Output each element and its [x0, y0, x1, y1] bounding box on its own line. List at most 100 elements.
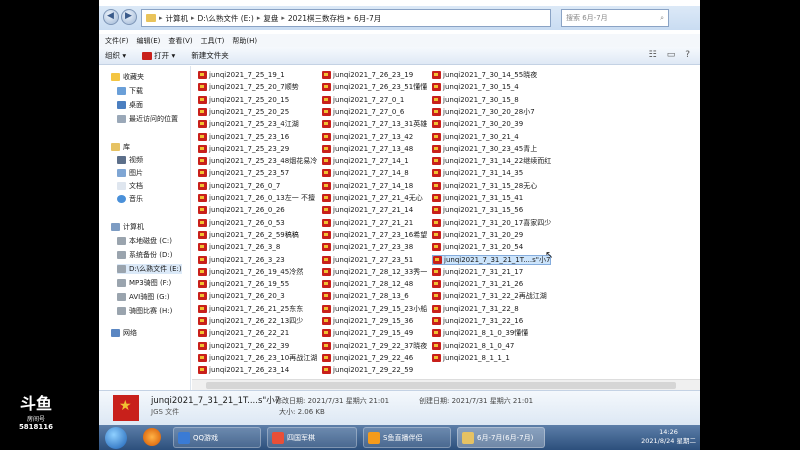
- file-item[interactable]: junqi2021_7_31_21_26: [432, 279, 523, 289]
- address-bar[interactable]: ▸ 计算机 ▸ D:\么熟文件 (E:) ▸ 复盘 ▸ 2021棋三数存档 ▸ …: [141, 9, 551, 27]
- file-item[interactable]: junqi2021_7_25_20_7顺势: [198, 82, 299, 92]
- file-item[interactable]: junqi2021_7_28_12_48: [322, 279, 413, 289]
- nav-recent[interactable]: 最近访问的位置: [117, 114, 178, 124]
- file-item[interactable]: junqi2021_7_31_21_1T....s"小7: [432, 254, 552, 265]
- organize-button[interactable]: 组织 ▾: [105, 50, 126, 61]
- system-clock[interactable]: 14:26 2021/8/24 星期二: [641, 428, 696, 446]
- file-item[interactable]: junqi2021_7_26_3_8: [198, 242, 280, 252]
- file-item[interactable]: junqi2021_7_27_13_31英雄: [322, 119, 427, 129]
- file-item[interactable]: junqi2021_7_27_14_18: [322, 181, 413, 191]
- search-input[interactable]: 搜索 6月-7月 ⌕: [561, 9, 669, 27]
- nav-drive-e[interactable]: D:\么熟文件 (E:): [117, 264, 182, 274]
- file-item[interactable]: junqi2021_7_25_23_29: [198, 144, 289, 154]
- nav-videos[interactable]: 视频: [117, 155, 143, 165]
- file-item[interactable]: junqi2021_7_27_14_1: [322, 156, 409, 166]
- file-item[interactable]: junqi2021_7_30_21_4: [432, 132, 519, 142]
- nav-drive-c[interactable]: 本地磁盘 (C:): [117, 236, 172, 246]
- breadcrumb-computer[interactable]: 计算机: [166, 13, 189, 24]
- file-item[interactable]: junqi2021_7_31_14_22继续而红: [432, 156, 551, 166]
- breadcrumb-fupan[interactable]: 复盘: [263, 13, 278, 24]
- nav-network[interactable]: 网络: [111, 328, 137, 338]
- file-item[interactable]: junqi2021_7_27_23_38: [322, 242, 413, 252]
- nav-drive-h[interactable]: 骑图比赛 (H:): [117, 306, 172, 316]
- file-item[interactable]: junqi2021_7_26_22_21: [198, 328, 289, 338]
- file-item[interactable]: junqi2021_7_26_0_7: [198, 181, 280, 191]
- file-item[interactable]: junqi2021_7_26_0_53: [198, 218, 285, 228]
- file-item[interactable]: junqi2021_7_26_23_19: [322, 70, 413, 80]
- file-item[interactable]: junqi2021_7_25_23_16: [198, 132, 289, 142]
- file-item[interactable]: junqi2021_7_30_23_45青上: [432, 144, 537, 154]
- file-item[interactable]: junqi2021_7_26_23_51懂懂: [322, 82, 427, 92]
- file-item[interactable]: junqi2021_7_27_0_1: [322, 95, 404, 105]
- file-item[interactable]: junqi2021_7_29_15_36: [322, 316, 413, 326]
- nav-desktop[interactable]: 桌面: [117, 100, 143, 110]
- file-item[interactable]: junqi2021_7_31_22_16: [432, 316, 523, 326]
- file-item[interactable]: junqi2021_7_28_13_6: [322, 291, 409, 301]
- file-item[interactable]: junqi2021_7_26_19_55: [198, 279, 289, 289]
- taskbar-app-explorer[interactable]: 6月-7月(6月-7月): [457, 427, 545, 448]
- file-item[interactable]: junqi2021_7_31_15_41: [432, 193, 523, 203]
- file-item[interactable]: junqi2021_7_31_20_29: [432, 230, 523, 240]
- file-item[interactable]: junqi2021_7_25_23_57: [198, 168, 289, 178]
- back-button[interactable]: ◀: [103, 9, 119, 25]
- file-item[interactable]: junqi2021_7_29_15_23小船: [322, 304, 427, 314]
- file-item[interactable]: junqi2021_7_28_12_33秀一: [322, 267, 427, 277]
- start-button[interactable]: [105, 427, 127, 449]
- nav-drive-g[interactable]: AVI骑图 (G:): [117, 292, 170, 302]
- file-item[interactable]: junqi2021_7_26_2_59稿稿: [198, 230, 299, 240]
- nav-computer[interactable]: 计算机: [111, 222, 144, 232]
- file-item[interactable]: junqi2021_7_25_23_4江湖: [198, 119, 299, 129]
- file-item[interactable]: junqi2021_7_30_20_39: [432, 119, 523, 129]
- file-item[interactable]: junqi2021_7_31_22_8: [432, 304, 519, 314]
- breadcrumb-month[interactable]: 6月-7月: [354, 13, 381, 24]
- open-button[interactable]: 打开 ▾: [142, 50, 175, 61]
- breadcrumb-archive[interactable]: 2021棋三数存档: [288, 13, 345, 24]
- menu-help[interactable]: 帮助(H): [232, 36, 257, 46]
- file-item[interactable]: junqi2021_8_1_1_1: [432, 353, 510, 363]
- forward-button[interactable]: ▶: [121, 9, 137, 25]
- file-item[interactable]: junqi2021_7_27_21_21: [322, 218, 413, 228]
- file-item[interactable]: junqi2021_7_31_20_17喜家四少: [432, 218, 551, 228]
- menu-view[interactable]: 查看(V): [168, 36, 192, 46]
- file-item[interactable]: junqi2021_8_1_0_39懂懂: [432, 328, 528, 338]
- file-item[interactable]: junqi2021_7_27_23_51: [322, 255, 413, 265]
- file-item[interactable]: junqi2021_7_27_13_42: [322, 132, 413, 142]
- file-item[interactable]: junqi2021_7_26_22_39: [198, 341, 289, 351]
- file-item[interactable]: junqi2021_7_30_15_8: [432, 95, 519, 105]
- breadcrumb-drive[interactable]: D:\么熟文件 (E:): [198, 13, 254, 24]
- nav-drive-d[interactable]: 系统备份 (D:): [117, 250, 172, 260]
- nav-favorites[interactable]: 收藏夹: [111, 72, 144, 82]
- firefox-icon[interactable]: [143, 428, 161, 446]
- menu-tools[interactable]: 工具(T): [201, 36, 225, 46]
- file-item[interactable]: junqi2021_7_25_23_48烟花易冷: [198, 156, 317, 166]
- file-item[interactable]: junqi2021_7_31_21_17: [432, 267, 523, 277]
- file-item[interactable]: junqi2021_7_29_22_37晓夜: [322, 341, 427, 351]
- file-item[interactable]: junqi2021_8_1_0_47: [432, 341, 514, 351]
- file-item[interactable]: junqi2021_7_26_19_45冷然: [198, 267, 303, 277]
- nav-downloads[interactable]: 下载: [117, 86, 143, 96]
- view-options-icon[interactable]: ☷: [649, 50, 657, 60]
- file-item[interactable]: junqi2021_7_30_15_4: [432, 82, 519, 92]
- file-item[interactable]: junqi2021_7_27_23_16希望: [322, 230, 427, 240]
- file-item[interactable]: junqi2021_7_26_3_23: [198, 255, 285, 265]
- help-icon[interactable]: ?: [685, 50, 690, 60]
- menu-file[interactable]: 文件(F): [105, 36, 129, 46]
- nav-music[interactable]: 音乐: [117, 194, 143, 204]
- horizontal-scrollbar[interactable]: [192, 379, 700, 390]
- file-item[interactable]: junqi2021_7_26_0_13左一 不擅: [198, 193, 315, 203]
- file-item[interactable]: junqi2021_7_30_20_28小7: [432, 107, 535, 117]
- file-item[interactable]: junqi2021_7_31_15_56: [432, 205, 523, 215]
- file-item[interactable]: junqi2021_7_31_22_2再战江湖: [432, 291, 547, 301]
- file-item[interactable]: junqi2021_7_26_0_26: [198, 205, 285, 215]
- file-item[interactable]: junqi2021_7_27_21_4无心: [322, 193, 423, 203]
- scrollbar-thumb[interactable]: [206, 382, 676, 389]
- file-item[interactable]: junqi2021_7_26_23_10再战江湖: [198, 353, 317, 363]
- file-item[interactable]: junqi2021_7_29_22_59: [322, 365, 413, 375]
- nav-documents[interactable]: 文档: [117, 181, 143, 191]
- file-item[interactable]: junqi2021_7_27_0_6: [322, 107, 404, 117]
- taskbar-app-douyu[interactable]: S鱼直播伴侣: [363, 427, 451, 448]
- menu-edit[interactable]: 编辑(E): [137, 36, 161, 46]
- file-item[interactable]: junqi2021_7_31_14_35: [432, 168, 523, 178]
- file-item[interactable]: junqi2021_7_27_14_8: [322, 168, 409, 178]
- nav-libraries[interactable]: 库: [111, 142, 130, 152]
